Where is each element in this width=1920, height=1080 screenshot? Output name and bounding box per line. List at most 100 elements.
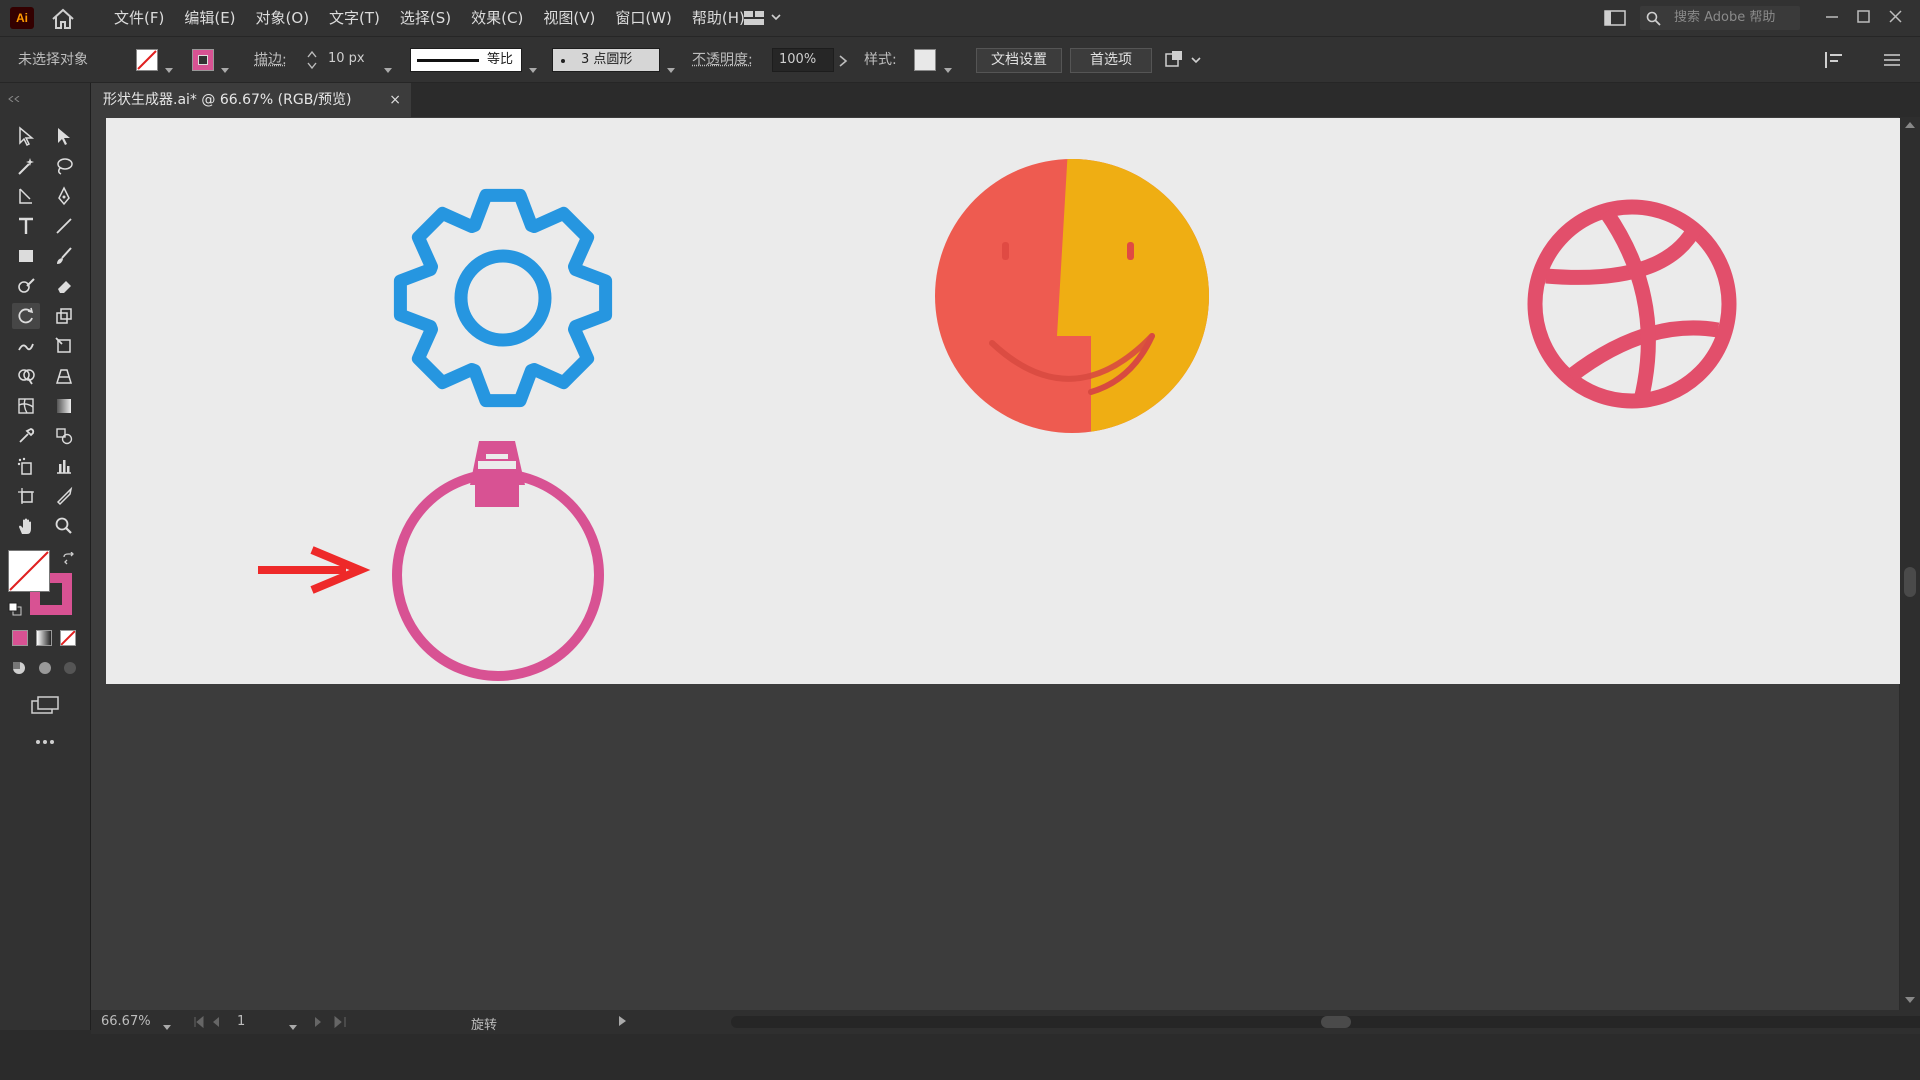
ornament-artwork[interactable] xyxy=(392,441,604,681)
mesh-icon[interactable] xyxy=(12,393,40,419)
ball-artwork[interactable] xyxy=(1527,199,1737,409)
document-tab-bar: 形状生成器.ai* @ 66.67% (RGB/预览) × xyxy=(91,83,1920,117)
tools-panel xyxy=(0,83,91,1030)
window-controls xyxy=(1820,6,1910,28)
artboard-dropdown[interactable] xyxy=(289,1019,297,1034)
smiley-artwork[interactable] xyxy=(926,148,1226,448)
none-mode-button[interactable] xyxy=(60,630,76,646)
opacity-label[interactable]: 不透明度: xyxy=(692,49,753,71)
menu-edit[interactable]: 编辑(E) xyxy=(174,0,245,36)
search-input[interactable]: 搜索 Adobe 帮助 xyxy=(1640,6,1800,30)
eraser-icon[interactable] xyxy=(50,273,78,299)
artboard[interactable] xyxy=(106,118,1900,684)
stroke-swatch[interactable] xyxy=(192,49,214,71)
document-tab-title: 形状生成器.ai* @ 66.67% (RGB/预览) xyxy=(103,92,352,108)
vertical-scrollbar[interactable] xyxy=(1900,117,1920,1010)
blend-icon[interactable] xyxy=(50,423,78,449)
opacity-arrow-icon[interactable] xyxy=(838,53,848,67)
warp-icon[interactable] xyxy=(12,333,40,359)
menu-window[interactable]: 窗口(W) xyxy=(605,0,682,36)
brush-dot-icon xyxy=(561,59,565,63)
rotate-icon[interactable] xyxy=(12,303,40,329)
horizontal-scroll-thumb[interactable] xyxy=(1321,1016,1351,1028)
close-tab-button[interactable]: × xyxy=(389,83,401,117)
direct-selection-icon[interactable] xyxy=(50,123,78,149)
document-setup-button[interactable]: 文档设置 xyxy=(976,48,1062,73)
brush-definition[interactable]: 3 点圆形 xyxy=(552,48,660,72)
preferences-button[interactable]: 首选项 xyxy=(1070,48,1152,73)
type-icon[interactable] xyxy=(12,213,40,239)
gradient-mode-button[interactable] xyxy=(36,630,52,646)
horizontal-scrollbar[interactable] xyxy=(731,1016,1920,1028)
free-transform-icon[interactable] xyxy=(50,333,78,359)
fill-color-box-front[interactable] xyxy=(8,550,50,592)
slice-icon[interactable] xyxy=(50,483,78,509)
magic-wand-icon[interactable] xyxy=(12,153,40,179)
workspace-switcher-button[interactable] xyxy=(742,9,786,27)
menu-view[interactable]: 视图(V) xyxy=(533,0,605,36)
swap-fill-stroke-icon[interactable] xyxy=(62,551,76,565)
collapse-panel-icon[interactable] xyxy=(8,87,20,103)
vertical-scroll-thumb[interactable] xyxy=(1904,567,1916,597)
document-tab[interactable]: 形状生成器.ai* @ 66.67% (RGB/预览) × xyxy=(91,83,411,117)
menu-type[interactable]: 文字(T) xyxy=(319,0,390,36)
fill-dropdown[interactable] xyxy=(165,58,173,77)
opacity-field[interactable]: 100% xyxy=(772,48,834,72)
shaper-icon[interactable] xyxy=(12,273,40,299)
stroke-weight-dropdown[interactable] xyxy=(384,58,392,77)
stroke-stepper[interactable] xyxy=(306,49,318,71)
selection-tool-icon[interactable] xyxy=(12,123,40,149)
fill-swatch[interactable] xyxy=(136,49,158,71)
arrange-documents-icon[interactable] xyxy=(1604,9,1626,27)
zoom-level[interactable]: 66.67% xyxy=(101,1014,151,1029)
zoom-dropdown[interactable] xyxy=(163,1019,171,1034)
screen-mode-icon[interactable] xyxy=(30,695,60,715)
pen-icon[interactable] xyxy=(50,183,78,209)
default-colors-icon[interactable] xyxy=(8,601,22,616)
main-menu: 文件(F) 编辑(E) 对象(O) 文字(T) 选择(S) 效果(C) 视图(V… xyxy=(104,0,755,36)
lasso-icon[interactable] xyxy=(50,153,78,179)
menu-object[interactable]: 对象(O) xyxy=(246,0,320,36)
menu-effect[interactable]: 效果(C) xyxy=(461,0,533,36)
style-dropdown[interactable] xyxy=(944,58,952,77)
shape-builder-icon[interactable] xyxy=(12,363,40,389)
home-icon[interactable] xyxy=(50,8,76,30)
profile-dropdown[interactable] xyxy=(529,58,537,77)
paintbrush-icon[interactable] xyxy=(50,243,78,269)
color-mode-button[interactable] xyxy=(12,630,28,646)
menu-file[interactable]: 文件(F) xyxy=(104,0,174,36)
gear-artwork[interactable] xyxy=(393,188,613,408)
artwork xyxy=(258,148,1737,681)
variable-width-profile[interactable]: 等比 xyxy=(410,48,522,72)
graph-icon[interactable] xyxy=(50,453,78,479)
graphic-style-swatch[interactable] xyxy=(914,49,936,71)
symbol-sprayer-icon[interactable] xyxy=(12,453,40,479)
zoom-icon[interactable] xyxy=(50,513,78,539)
eyedropper-icon[interactable] xyxy=(12,423,40,449)
profile-label: 等比 xyxy=(487,52,514,67)
rectangle-icon[interactable] xyxy=(12,243,40,269)
selection-status: 未选择对象 xyxy=(18,52,88,68)
app-logo: Ai xyxy=(10,7,34,29)
next-last-artboard-icons[interactable] xyxy=(311,1015,361,1029)
arrow-icon xyxy=(258,546,371,594)
edit-toolbar-icon[interactable] xyxy=(34,731,56,744)
stroke-label[interactable]: 描边: xyxy=(254,49,287,71)
hand-icon[interactable] xyxy=(12,513,40,539)
stroke-dropdown[interactable] xyxy=(221,58,229,77)
align-panel-icon[interactable] xyxy=(1822,49,1846,71)
artboard-icon[interactable] xyxy=(12,483,40,509)
draw-mode-icons[interactable] xyxy=(10,659,80,677)
anchor-point-icon[interactable] xyxy=(12,183,40,209)
scale-icon[interactable] xyxy=(50,303,78,329)
control-bar: 未选择对象 描边: 10 px 等比 3 点圆形 不透明度: 100% 样式: … xyxy=(0,36,1920,83)
brush-dropdown[interactable] xyxy=(667,58,675,77)
arrange-icon[interactable] xyxy=(1164,49,1206,71)
line-icon[interactable] xyxy=(50,213,78,239)
perspective-icon[interactable] xyxy=(50,363,78,389)
gradient-icon[interactable] xyxy=(50,393,78,419)
status-menu-arrow-icon[interactable] xyxy=(619,1016,626,1026)
artboard-number[interactable]: 1 xyxy=(237,1014,245,1029)
menu-select[interactable]: 选择(S) xyxy=(390,0,461,36)
panel-menu-icon[interactable] xyxy=(1880,49,1904,71)
